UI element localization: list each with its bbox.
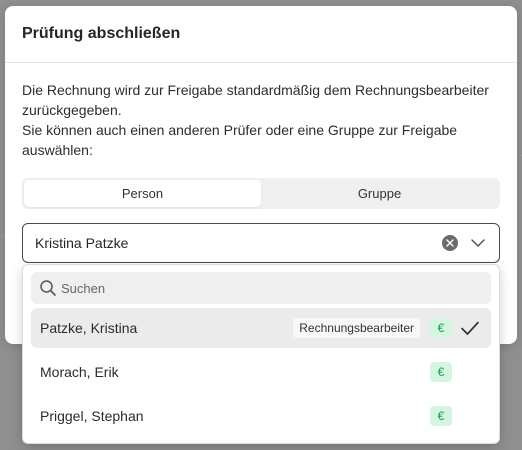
selected-reviewer: Kristina Patzke [35,235,129,251]
close-icon[interactable] [442,235,458,251]
list-item[interactable]: Patzke, Kristina Rechnungsbearbeiter € [31,308,491,348]
assignee-type-toggle: Person Gruppe [22,178,500,209]
search-box [31,272,491,304]
check-icon [460,320,482,336]
description-line-1: Die Rechnung wird zur Freigabe standardm… [22,82,489,118]
role-badge: Rechnungsbearbeiter [293,318,420,338]
chevron-down-icon[interactable] [470,235,486,251]
search-icon [39,279,57,297]
reviewer-dropdown: Patzke, Kristina Rechnungsbearbeiter € M… [22,264,500,444]
euro-icon: € [430,318,452,338]
description-line-2: Sie können auch einen anderen Prüfer ode… [22,122,458,158]
dialog-description: Die Rechnung wird zur Freigabe standardm… [22,80,500,160]
toggle-group[interactable]: Gruppe [261,180,498,207]
option-name: Patzke, Kristina [40,320,138,336]
option-name: Morach, Erik [40,364,119,380]
euro-icon: € [430,406,452,426]
option-name: Priggel, Stephan [40,408,144,424]
toggle-person[interactable]: Person [24,180,261,207]
search-input[interactable] [61,280,491,296]
dialog-header: Prüfung abschließen [5,6,517,63]
reviewer-select[interactable]: Kristina Patzke [22,223,500,263]
euro-icon: € [430,362,452,382]
dialog-title: Prüfung abschließen [22,25,181,42]
list-item[interactable]: Priggel, Stephan € [31,396,491,436]
dialog-body: Die Rechnung wird zur Freigabe standardm… [5,63,517,209]
list-item[interactable]: Morach, Erik € [31,352,491,392]
